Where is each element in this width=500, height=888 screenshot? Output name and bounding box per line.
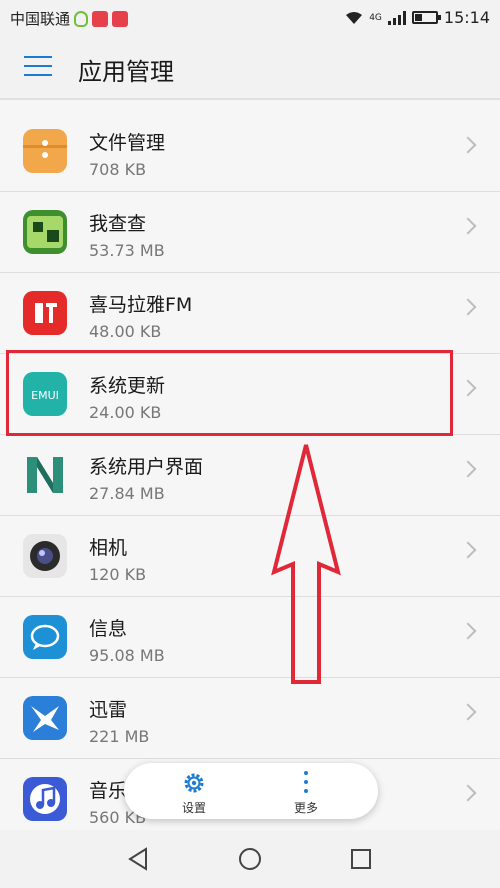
gear-icon [184,773,204,793]
chevron-right-icon [459,217,477,235]
wifi-icon [346,11,363,24]
red-arrow-annotation [271,444,341,684]
app-notification-icon [92,10,109,27]
clock-label: 15:14 [443,8,490,27]
app-name: 信息 [89,618,128,640]
chevron-right-icon [459,136,477,154]
chevron-right-icon [459,460,477,478]
back-icon[interactable] [124,844,154,874]
app-name: 喜马拉雅FM [89,294,193,316]
list-item-file-manager[interactable]: 文件管理 708 KB [0,111,500,192]
xunlei-icon [23,696,67,740]
status-right: 4G 15:14 [345,8,490,27]
system-navigation-bar [0,830,500,888]
bottom-action-toolbar: 设置 更多 [124,763,378,819]
chevron-right-icon [459,298,477,316]
app-name: 相机 [89,537,128,559]
home-icon[interactable] [235,844,265,874]
chevron-right-icon [459,703,477,721]
chevron-right-icon [459,541,477,559]
app-size: 53.73 MB [89,241,165,260]
app-name: 迅雷 [89,699,128,721]
app-name: 文件管理 [89,132,166,154]
hamburger-menu-icon[interactable] [24,56,52,78]
list-item-camera[interactable]: 相机 120 KB [0,516,500,597]
messages-icon [23,615,67,659]
page-title: 应用管理 [78,58,174,86]
app-notification-icon-2 [112,10,129,27]
app-size: 221 MB [89,727,150,746]
signal-icon [387,10,406,25]
highlight-box [6,350,453,436]
music-icon [23,777,67,821]
file-manager-icon [23,129,67,173]
settings-label: 设置 [181,801,206,815]
camera-icon [23,534,67,578]
list-item-messages[interactable]: 信息 95.08 MB [0,597,500,678]
chevron-right-icon [459,622,477,640]
network-type-label: 4G [369,12,382,23]
app-size: 120 KB [89,565,147,584]
qq-notification-icon [74,10,89,27]
more-vertical-icon [304,771,308,798]
app-size: 95.08 MB [89,646,165,665]
ximalaya-icon [23,291,67,335]
app-list[interactable]: 文件管理 708 KB 我查查 53.73 MB 喜马拉雅FM 48.00 KB… [0,100,500,830]
app-size: 27.84 MB [89,484,165,503]
app-header: 应用管理 [0,34,500,100]
app-size: 48.00 KB [89,322,162,341]
chevron-right-icon [459,784,477,802]
wochacha-icon [23,210,67,254]
app-name: 我查查 [89,213,147,235]
list-item-wochacha[interactable]: 我查查 53.73 MB [0,192,500,273]
system-ui-icon [23,453,67,497]
settings-button[interactable]: 设置 [154,769,234,815]
battery-icon [411,11,441,24]
status-left: 中国联通 [10,8,129,29]
app-name: 音乐 [89,780,128,802]
list-item-system-ui[interactable]: 系统用户界面 27.84 MB [0,435,500,516]
chevron-right-icon [459,379,477,397]
app-size: 708 KB [89,160,147,179]
list-item-xunlei[interactable]: 迅雷 221 MB [0,678,500,759]
more-label: 更多 [293,801,318,815]
list-item-ximalaya[interactable]: 喜马拉雅FM 48.00 KB [0,273,500,354]
status-bar: 中国联通 4G 15:14 [0,0,500,34]
recents-icon[interactable] [346,844,376,874]
app-name: 系统用户界面 [89,456,204,478]
more-button[interactable]: 更多 [266,769,346,815]
carrier-label: 中国联通 [10,10,71,28]
